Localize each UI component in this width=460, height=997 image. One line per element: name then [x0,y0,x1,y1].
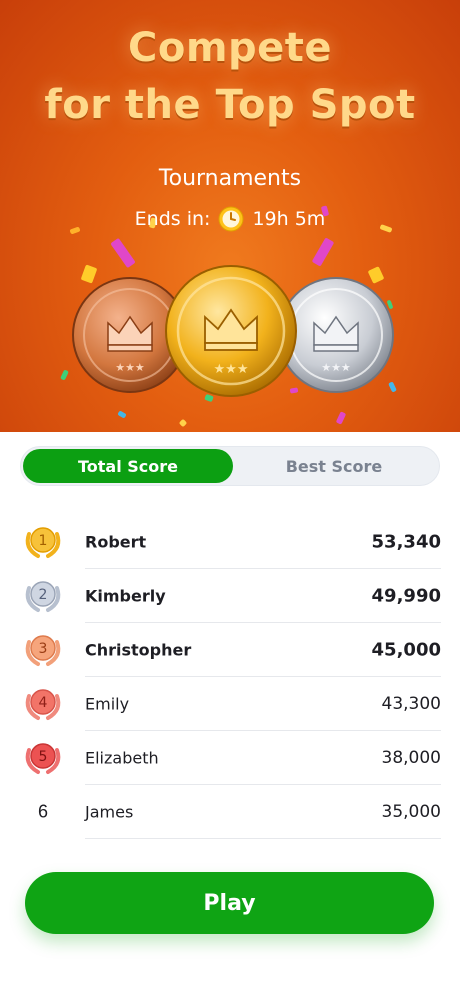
gold-rank-badge-icon: 1 [25,527,61,558]
best-score-tab[interactable]: Best Score [229,449,439,483]
rank-number: 6 [37,801,48,822]
player-name: Robert [85,532,147,552]
tournament-hero: Compete for the Top Spot Tournaments End… [0,0,460,432]
rank-badge-icon: 4 [25,689,61,720]
ends-in-row: Ends in: 19h 5m [0,204,460,234]
player-name: Kimberly [85,586,166,606]
leaderboard-panel: Total Score Best Score 1 Robert 53,340 2… [0,432,460,997]
player-name: Emily [85,694,130,714]
tournament-label: Tournaments [158,166,302,191]
clock-icon [218,206,244,232]
row-divider [85,838,441,839]
player-score: 38,000 [381,748,441,768]
ends-in-time: 19h 5m [252,208,326,230]
player-score: 45,000 [371,639,441,661]
rank-number: 5 [39,749,48,765]
rank-number: 2 [39,587,48,603]
confetti [335,411,347,425]
player-score: 35,000 [381,802,441,822]
leaderboard-row: 6 James 35,000 [0,785,460,839]
silver-rank-badge-icon: 2 [25,581,61,612]
leaderboard-row: 3 Christopher 45,000 [0,623,460,677]
play-button[interactable]: Play [25,872,434,934]
rank-number: 3 [39,641,48,657]
confetti [117,410,127,419]
total-score-tab[interactable]: Total Score [23,449,233,483]
player-score: 53,340 [371,531,441,553]
ends-in-label: Ends in: [134,208,211,230]
confetti [178,418,188,428]
leaderboard-list: 1 Robert 53,340 2 Kimberly 49,990 3 Chri… [0,515,460,839]
leaderboard-row: 5 Elizabeth 38,000 [0,731,460,785]
leaderboard-row: 2 Kimberly 49,990 [0,569,460,623]
medals-group: ★★★ ★★★ ★★★ [0,255,460,405]
player-name: Christopher [85,640,192,660]
player-name: Elizabeth [85,748,159,768]
hero-title-line2: for the Top Spot [44,82,416,128]
svg-text:★★★: ★★★ [321,361,351,374]
bronze-rank-badge-icon: 3 [25,635,61,666]
rank-number: 1 [39,533,48,549]
rank-number: 4 [39,695,48,711]
rank-badge-icon: 5 [25,743,61,774]
player-score: 49,990 [371,585,441,607]
leaderboard-row: 4 Emily 43,300 [0,677,460,731]
player-name: James [85,802,134,822]
gold-crown-medal: ★★★ [165,265,297,397]
svg-text:★★★: ★★★ [214,362,249,377]
leaderboard-row: 1 Robert 53,340 [0,515,460,569]
score-toggle: Total Score Best Score [20,446,440,486]
svg-text:★★★: ★★★ [115,361,145,374]
hero-title-line1: Compete [127,25,333,71]
player-score: 43,300 [381,694,441,714]
